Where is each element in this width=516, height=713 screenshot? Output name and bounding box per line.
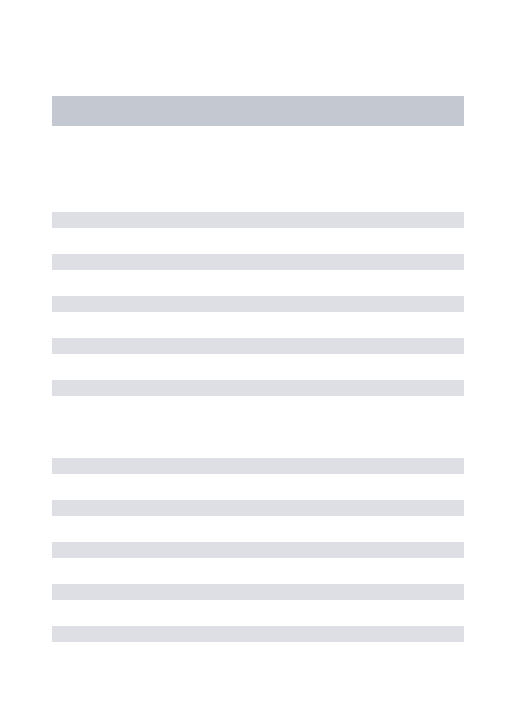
skeleton-line	[52, 296, 464, 312]
section-gap	[52, 422, 464, 458]
skeleton-line	[52, 380, 464, 396]
skeleton-container	[0, 0, 516, 642]
skeleton-line	[52, 458, 464, 474]
skeleton-line	[52, 500, 464, 516]
skeleton-title	[52, 96, 464, 126]
skeleton-line	[52, 542, 464, 558]
skeleton-line	[52, 212, 464, 228]
skeleton-line	[52, 338, 464, 354]
skeleton-line	[52, 254, 464, 270]
skeleton-line	[52, 626, 464, 642]
skeleton-line	[52, 584, 464, 600]
